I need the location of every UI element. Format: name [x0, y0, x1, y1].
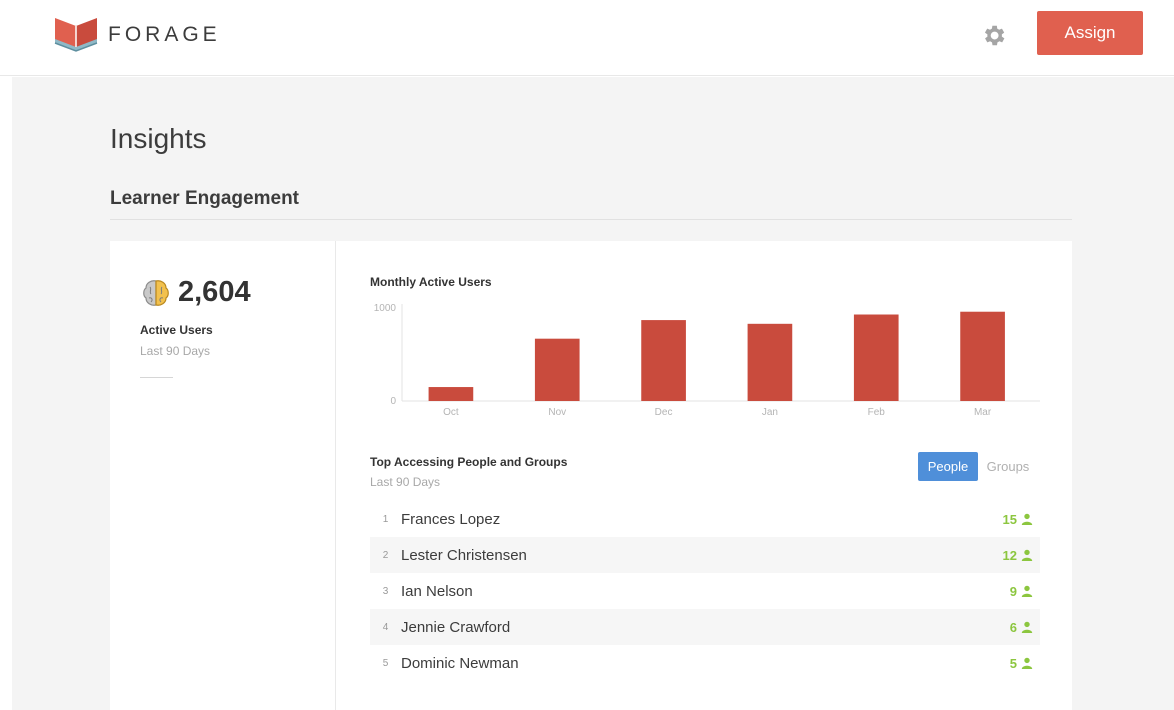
top-navigation-bar: FORAGE Assign [0, 0, 1174, 76]
x-tick-label: Jan [762, 407, 778, 418]
card-column-divider [335, 241, 336, 710]
chart-bar [534, 338, 580, 401]
brand-logo[interactable]: FORAGE [52, 16, 221, 54]
metric-divider [140, 377, 173, 378]
chart-title: Monthly Active Users [370, 275, 492, 289]
access-count: 12 [1003, 548, 1033, 563]
person-name: Ian Nelson [401, 582, 473, 600]
list-item[interactable]: 4 Jennie Crawford 6 [370, 609, 1040, 645]
person-name: Lester Christensen [401, 546, 527, 564]
person-name: Frances Lopez [401, 510, 501, 528]
access-count: 6 [1010, 620, 1033, 635]
top-people-list: 1 Frances Lopez 15 2 Lester Christensen … [370, 501, 1040, 681]
x-tick-label: Mar [974, 407, 992, 418]
brain-icon [143, 280, 169, 306]
list-item[interactable]: 5 Dominic Newman 5 [370, 645, 1040, 681]
person-rank: 3 [382, 585, 389, 597]
access-count-value: 15 [1002, 511, 1017, 527]
chart-bar [641, 320, 686, 401]
list-item[interactable]: 1 Frances Lopez 15 [370, 501, 1040, 537]
y-tick-label: 0 [390, 396, 396, 407]
book-logo-icon [54, 18, 98, 52]
access-count-value: 5 [1009, 655, 1017, 671]
list-item[interactable]: 3 Ian Nelson 9 [370, 573, 1040, 609]
x-tick-label: Feb [868, 407, 886, 418]
groups-toggle-button[interactable]: Groups [980, 452, 1036, 481]
chart-bar [960, 311, 1005, 401]
person-rank: 2 [382, 549, 389, 561]
access-count: 9 [1010, 584, 1033, 599]
active-users-label: Active Users [140, 323, 213, 337]
active-users-period: Last 90 Days [140, 344, 211, 358]
x-tick-label: Oct [443, 407, 459, 418]
top-list-title: Top Accessing People and Groups [370, 455, 568, 469]
person-icon [1021, 585, 1033, 597]
person-icon [1021, 657, 1033, 669]
chart-bar [428, 387, 474, 401]
section-divider [110, 219, 1072, 220]
person-rank: 5 [382, 657, 389, 669]
person-icon [1021, 549, 1033, 561]
top-list-period: Last 90 Days [370, 475, 441, 489]
person-name: Dominic Newman [401, 654, 519, 672]
page-title: Insights [110, 123, 207, 154]
access-count-value: 12 [1002, 547, 1017, 563]
person-icon [1021, 513, 1033, 525]
person-icon [1021, 621, 1033, 633]
person-name: Jennie Crawford [401, 618, 511, 636]
active-users-value: 2,604 [178, 276, 251, 308]
brand-name: FORAGE [108, 23, 221, 46]
chart-bar [853, 314, 899, 401]
list-item[interactable]: 2 Lester Christensen 12 [370, 537, 1040, 573]
y-tick-label: 1000 [374, 303, 397, 314]
monthly-active-users-chart: 0 1000 Oct Nov Dec Jan Feb Mar [374, 303, 1040, 418]
chart-bar [747, 323, 793, 401]
person-rank: 4 [382, 621, 389, 633]
access-count-value: 6 [1009, 619, 1017, 635]
assign-button[interactable]: Assign [1037, 11, 1143, 55]
access-count-value: 9 [1009, 583, 1017, 599]
access-count: 5 [1010, 656, 1033, 671]
access-count: 15 [1003, 512, 1033, 527]
gear-icon[interactable] [980, 22, 1007, 49]
people-toggle-button[interactable]: People [918, 452, 978, 481]
person-rank: 1 [382, 513, 389, 525]
x-tick-label: Nov [548, 407, 566, 418]
section-title: Learner Engagement [110, 188, 299, 209]
x-tick-label: Dec [655, 407, 673, 418]
